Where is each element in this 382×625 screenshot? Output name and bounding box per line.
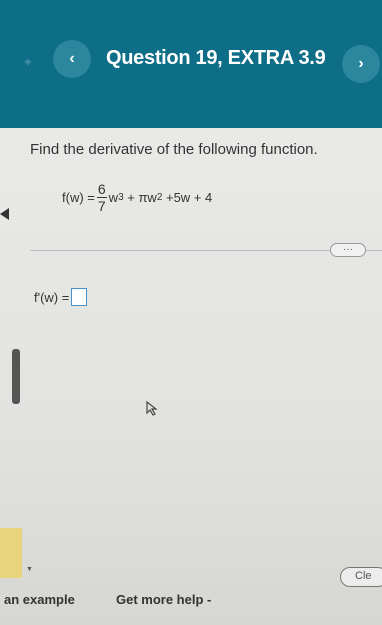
chevron-right-icon: › [358,55,364,72]
question-header: ✦ ‹ Question 19, EXTRA 3.9 › [0,0,382,128]
fraction: 6 7 [96,180,107,214]
function-expression: f(w) = 6 7 w3 + πw 2 +5w + 4 [62,177,212,217]
answer-row: f'(w) = [34,288,88,306]
view-example-link[interactable]: an example [4,592,75,607]
previous-question-button[interactable]: ‹ [53,40,91,78]
chevron-down-icon: ▼ [26,566,33,573]
question-prompt: Find the derivative of the following fun… [30,141,318,158]
scrollbar[interactable] [12,349,20,404]
chevron-left-icon: ‹ [69,50,75,67]
star-icon: ✦ [22,54,34,70]
term2-prefix: + πw [123,189,157,205]
term-rest: +5w + 4 [162,189,213,205]
fraction-denominator: 7 [97,197,106,214]
mouse-cursor-icon [146,400,160,420]
left-arrow-icon [0,208,9,220]
get-more-help-link[interactable]: Get more help - [116,592,211,607]
answer-label: f'(w) = [34,289,70,305]
sticky-note [0,528,22,578]
more-options-button[interactable]: ··· [330,243,366,257]
fraction-numerator: 6 [96,180,107,198]
question-title: Question 19, EXTRA 3.9 [106,47,326,69]
clear-all-button[interactable]: Cle [340,567,382,587]
answer-input[interactable] [71,288,88,306]
next-question-button[interactable]: › [342,45,380,83]
term1-variable: w [108,189,119,205]
function-lhs: f(w) = [62,189,95,205]
